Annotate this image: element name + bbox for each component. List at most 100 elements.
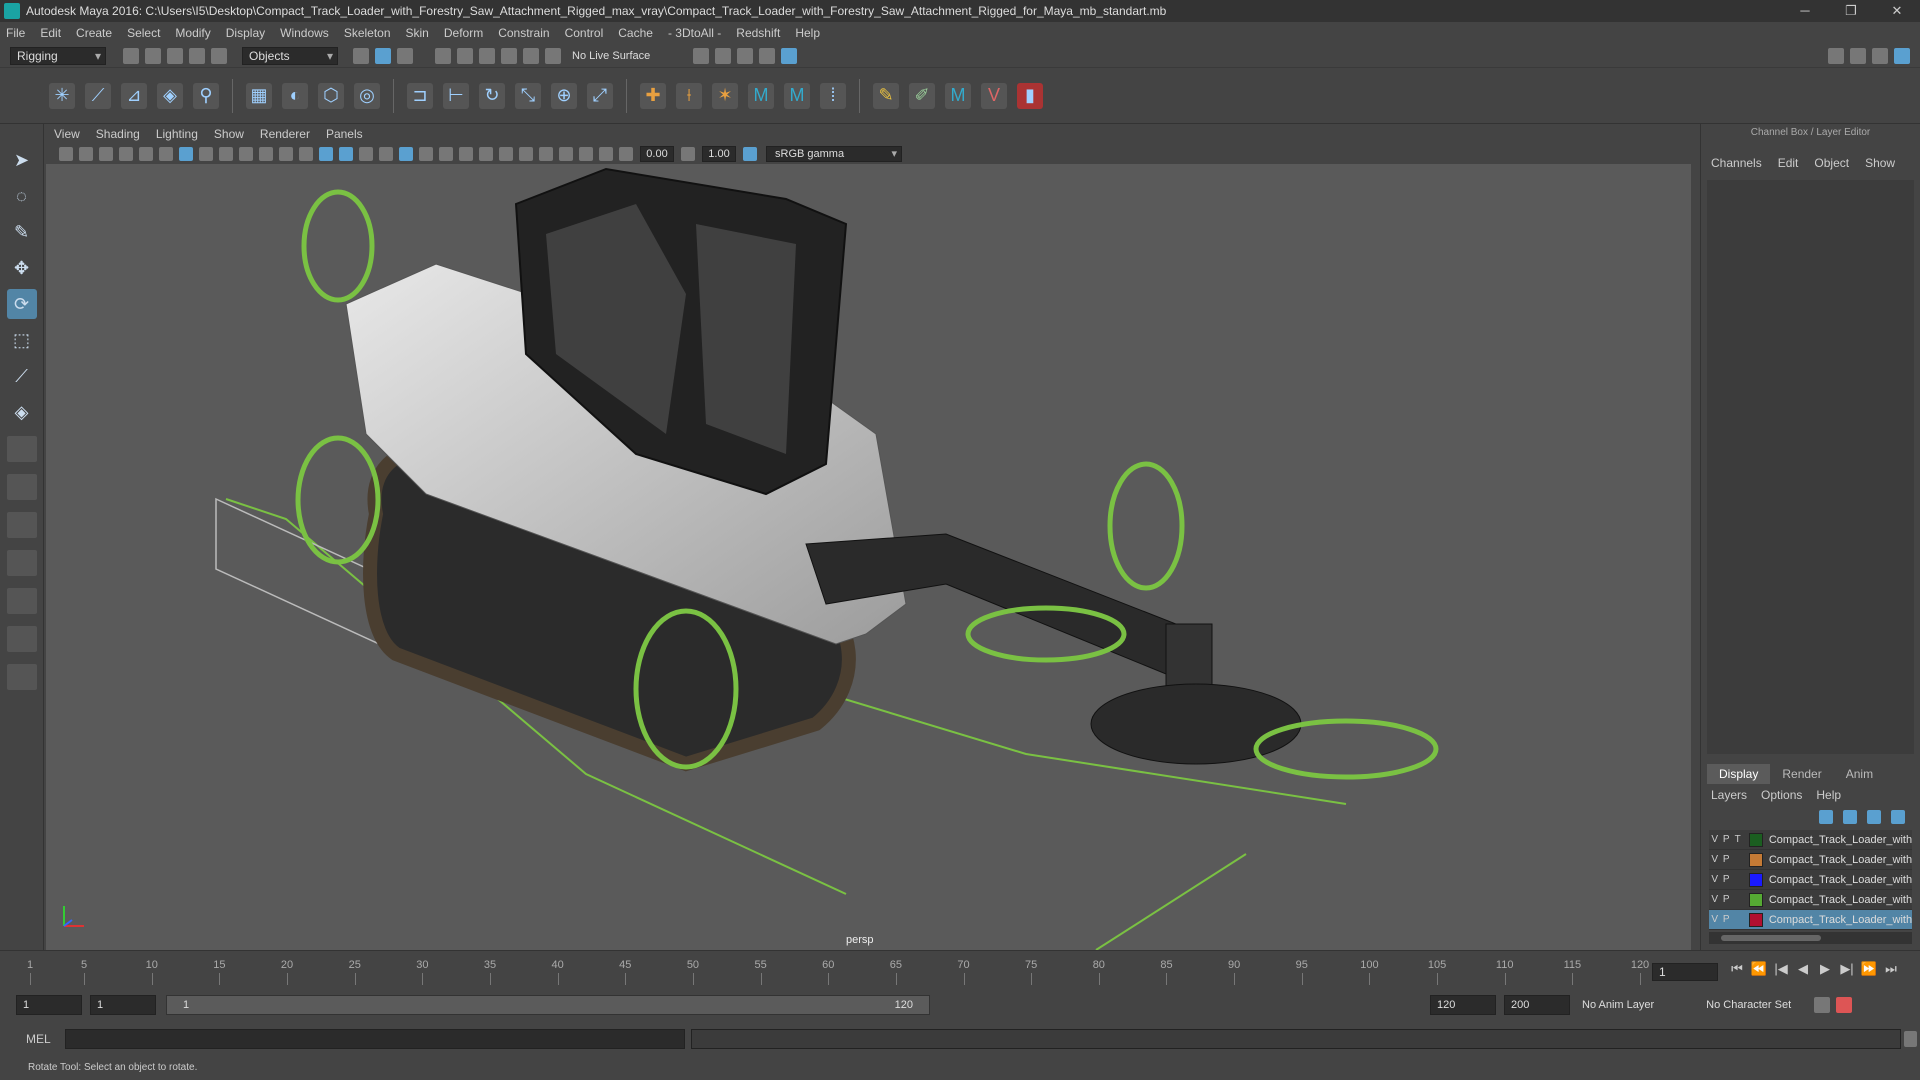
new-scene-icon[interactable] <box>123 47 139 64</box>
layout-outliner-icon[interactable] <box>6 550 37 576</box>
mode-selector[interactable]: Rigging <box>10 46 106 65</box>
paint-skin-icon[interactable]: ✎ <box>873 82 899 109</box>
menu-skin[interactable]: Skin <box>406 26 429 40</box>
layer-playback[interactable]: P <box>1720 874 1731 885</box>
viewport-menu-lighting[interactable]: Lighting <box>156 127 198 141</box>
layer-template[interactable]: T <box>1732 834 1743 845</box>
open-scene-icon[interactable] <box>145 47 161 64</box>
xray-components-icon[interactable] <box>599 147 613 161</box>
snap-surface-icon[interactable] <box>523 47 539 64</box>
layer-scrollbar[interactable] <box>1709 932 1912 944</box>
tab-display[interactable]: Display <box>1707 764 1771 784</box>
render-settings-icon[interactable] <box>737 47 754 64</box>
character-set-dropdown[interactable]: No Character Set <box>1706 999 1791 1011</box>
layer-row[interactable]: V P T Compact_Track_Loader_with_ <box>1709 830 1912 850</box>
new-empty-layer-icon[interactable] <box>1867 810 1881 824</box>
film-gate-icon[interactable] <box>199 147 213 161</box>
cluster-icon[interactable]: ◎ <box>354 82 380 109</box>
end-time-field[interactable]: 200 <box>1504 995 1570 1015</box>
play-backward-button[interactable]: ◀ <box>1792 961 1814 977</box>
tool-settings-icon[interactable] <box>1872 47 1888 64</box>
pole-vector-icon[interactable]: ⤢ <box>587 82 613 109</box>
menu-skeleton[interactable]: Skeleton <box>344 26 391 40</box>
orient-constraint-icon[interactable]: ↻ <box>479 82 505 109</box>
tab-anim[interactable]: Anim <box>1834 764 1885 784</box>
new-layer-selected-icon[interactable] <box>1891 810 1905 824</box>
step-back-frame-button[interactable]: |◀ <box>1770 961 1792 977</box>
image-plane-icon[interactable] <box>119 147 133 161</box>
grid-toggle-icon[interactable] <box>179 147 193 161</box>
layer-playback[interactable]: P <box>1720 834 1731 845</box>
color-space-dropdown[interactable]: sRGB gamma <box>766 146 902 162</box>
exposure-field[interactable]: 0.00 <box>640 146 674 162</box>
menu-display[interactable]: Display <box>226 26 265 40</box>
select-hierarchy-icon[interactable] <box>353 47 369 64</box>
layers-menu-layers[interactable]: Layers <box>1711 788 1747 802</box>
last-tool-icon[interactable]: ⟋ <box>7 361 37 391</box>
layers-menu-options[interactable]: Options <box>1761 788 1802 802</box>
select-component-icon[interactable] <box>397 47 413 64</box>
textured-icon[interactable] <box>399 147 413 161</box>
rotate-tool-icon[interactable]: ⟳ <box>6 289 37 319</box>
script-editor-icon[interactable] <box>1903 1031 1917 1047</box>
menu-help[interactable]: Help <box>795 26 820 40</box>
menu-3dtoall[interactable]: - 3DtoAll - <box>668 26 721 40</box>
layer-visibility[interactable]: V <box>1709 914 1720 925</box>
channel-box-toggle-icon[interactable] <box>1894 47 1910 64</box>
viewport-menu-show[interactable]: Show <box>214 127 244 141</box>
undo-icon[interactable] <box>189 47 205 64</box>
menu-cache[interactable]: Cache <box>618 26 653 40</box>
aim-constraint-icon[interactable]: ⊕ <box>551 82 577 109</box>
layer-color-swatch[interactable] <box>1749 852 1763 867</box>
time-slider[interactable]: 1 5 10 15 20 25 30 35 40 45 50 55 60 65 70 75 80 85 90 95 10… <box>0 950 1920 990</box>
ambient-occlusion-icon[interactable] <box>459 147 473 161</box>
layer-playback[interactable]: P <box>1720 854 1731 865</box>
move-tool-icon[interactable]: ✥ <box>7 253 37 283</box>
go-to-start-button[interactable]: ⏮ <box>1726 961 1748 977</box>
snap-curve-icon[interactable] <box>457 47 473 64</box>
camera-attr-icon[interactable] <box>79 147 93 161</box>
render-view-icon[interactable] <box>781 47 798 64</box>
maya-m2-icon[interactable]: M <box>784 82 810 109</box>
menu-windows[interactable]: Windows <box>280 26 329 40</box>
use-lights-icon[interactable] <box>419 147 433 161</box>
minimize-button[interactable]: ─ <box>1782 0 1828 22</box>
tab-render[interactable]: Render <box>1770 764 1833 784</box>
layer-row[interactable]: V P Compact_Track_Loader_with_ <box>1709 910 1912 930</box>
shadows-icon[interactable] <box>439 147 453 161</box>
layer-row[interactable]: V P Compact_Track_Loader_with_ <box>1709 850 1912 870</box>
layout-four-icon[interactable] <box>6 474 37 500</box>
layout-more-icon[interactable] <box>6 664 37 690</box>
mirror-joint-icon[interactable]: ◈ <box>157 82 183 109</box>
gamma-field[interactable]: 1.00 <box>702 146 736 162</box>
grid-dots-icon[interactable]: ⁞ <box>820 82 846 109</box>
layer-row[interactable]: V P Compact_Track_Loader_with_ <box>1709 870 1912 890</box>
joint-tool-icon[interactable]: ✳ <box>49 82 75 109</box>
maximize-button[interactable]: ❐ <box>1828 0 1874 22</box>
cb-menu-show[interactable]: Show <box>1865 156 1895 170</box>
color-management-icon[interactable] <box>743 147 757 161</box>
xray-joints-icon[interactable] <box>579 147 593 161</box>
command-input[interactable] <box>64 1029 685 1049</box>
isolate-select-icon[interactable] <box>539 147 553 161</box>
scale-constraint-icon[interactable]: ⤡ <box>515 82 541 109</box>
live-surface-label[interactable]: No Live Surface <box>572 50 650 62</box>
quick-rig-icon[interactable]: ⚲ <box>193 82 219 109</box>
safe-title-icon[interactable] <box>299 147 313 161</box>
smooth-shade-icon[interactable] <box>339 147 353 161</box>
anim-layer-dropdown[interactable]: No Anim Layer <box>1582 999 1654 1011</box>
paint-select-icon[interactable]: ✎ <box>7 217 37 247</box>
current-frame-field[interactable]: 1 <box>1652 963 1718 981</box>
playback-start-field[interactable]: 1 <box>90 995 156 1015</box>
layer-playback[interactable]: P <box>1720 914 1731 925</box>
resolution-gate-icon[interactable] <box>219 147 233 161</box>
ipr-render-icon[interactable] <box>715 47 732 64</box>
chart-tool-icon[interactable]: ▮ <box>1017 82 1043 109</box>
menu-edit[interactable]: Edit <box>40 26 61 40</box>
ik-handle-icon[interactable]: ⟋ <box>85 82 111 109</box>
brush-icon[interactable]: ✐ <box>909 82 935 109</box>
menu-file[interactable]: File <box>6 26 25 40</box>
redo-icon[interactable] <box>211 47 227 64</box>
select-tool-icon[interactable]: ➤ <box>7 145 37 175</box>
magnet-icon[interactable] <box>545 47 561 64</box>
